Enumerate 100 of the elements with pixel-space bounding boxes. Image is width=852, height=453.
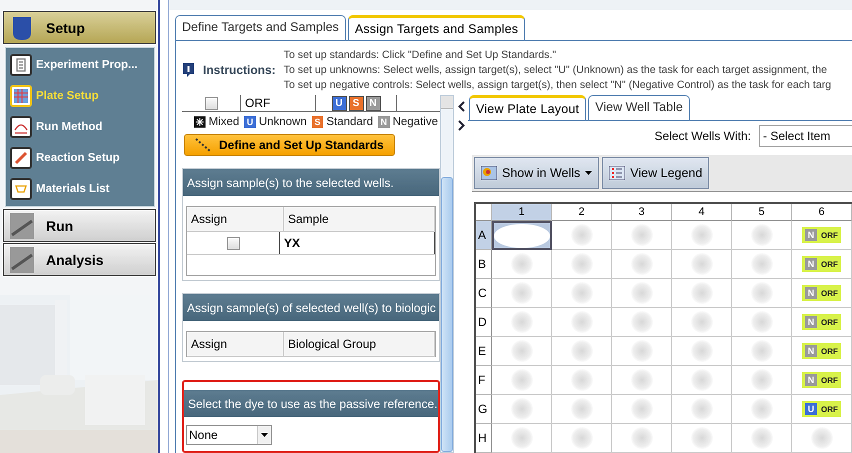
mixed-icon <box>194 116 206 128</box>
well-assignment: N ORF <box>802 372 841 388</box>
row-header[interactable]: F <box>476 366 492 395</box>
toolbar-button[interactable]: Show in Wells <box>474 157 600 189</box>
empty-well-icon <box>630 427 652 449</box>
plate-well[interactable]: N ORF <box>792 279 852 308</box>
select-wells-label: Select Wells With: <box>654 129 751 143</box>
empty-well-icon <box>510 340 532 362</box>
collapse-left-icon[interactable] <box>458 101 464 112</box>
tab[interactable]: View Well Table <box>588 95 690 120</box>
task-badge: U <box>244 116 256 128</box>
legend-label: Mixed <box>208 116 240 128</box>
sidebar-section[interactable]: Setup <box>3 11 156 44</box>
empty-well-icon <box>630 311 652 333</box>
instrument-icon <box>10 246 34 272</box>
empty-well-icon <box>690 224 712 246</box>
task-badge: N <box>378 116 390 128</box>
target-name: ORF <box>245 96 270 110</box>
instrument-icon <box>10 212 34 238</box>
checkbox[interactable] <box>204 96 218 110</box>
instruction-text: To set up unknowns: Select wells, assign target(s), select "U" (Unknown) as the task for each target assignment, the <box>284 64 828 76</box>
empty-well-icon <box>510 253 532 275</box>
empty-well-icon <box>570 369 592 391</box>
empty-well-icon <box>570 398 592 420</box>
empty-well-icon <box>690 253 712 275</box>
sidebar-item[interactable]: Materials List <box>10 178 150 200</box>
column-header: Assign <box>187 207 284 231</box>
row-header[interactable]: E <box>476 337 492 366</box>
empty-well-icon <box>510 427 532 449</box>
empty-well-icon <box>690 398 712 420</box>
column-header[interactable]: 4 <box>672 204 732 221</box>
scrollbar[interactable] <box>440 95 454 453</box>
row-header[interactable]: H <box>476 424 492 453</box>
empty-well-icon <box>510 282 532 304</box>
empty-well-icon <box>494 224 550 248</box>
empty-well-icon <box>570 253 592 275</box>
column-header[interactable]: 1 <box>492 204 552 221</box>
tab[interactable]: View Plate Layout <box>469 95 586 120</box>
sidebar-section[interactable]: Run <box>3 209 156 242</box>
empty-well-icon <box>690 427 712 449</box>
dilution-icon <box>195 138 211 152</box>
empty-well-icon <box>630 369 652 391</box>
plate-well[interactable]: N ORF <box>792 366 852 395</box>
empty-well-icon <box>510 398 532 420</box>
row-header[interactable]: A <box>476 221 492 250</box>
column-header[interactable]: 6 <box>792 204 852 221</box>
instructions-label: Instructions: <box>203 63 276 77</box>
well-assignment: N ORF <box>802 256 841 272</box>
column-header[interactable]: 5 <box>732 204 792 221</box>
checkbox[interactable] <box>226 236 240 250</box>
palette-icon <box>481 166 497 180</box>
plate-well[interactable]: N ORF <box>792 337 852 366</box>
plate-well[interactable] <box>492 221 552 250</box>
tab[interactable]: Define Targets and Samples <box>175 15 346 40</box>
empty-well-icon <box>690 282 712 304</box>
dye-select[interactable]: None <box>186 425 272 445</box>
section-header: Select the dye to use as the passive reference. <box>184 390 438 417</box>
row-header[interactable]: C <box>476 279 492 308</box>
row-header[interactable]: G <box>476 395 492 424</box>
expand-right-icon[interactable] <box>458 120 464 131</box>
define-standards-button[interactable]: Define and Set Up Standards <box>184 134 395 156</box>
task-button[interactable]: U <box>332 96 346 111</box>
sidebar-item[interactable]: Run Method <box>10 116 150 138</box>
legend-label: Unknown <box>258 116 307 128</box>
row-header[interactable]: B <box>476 250 492 279</box>
instruction-text: To set up standards: Click "Define and Set Up Standards." <box>284 49 558 61</box>
well-assignment: N ORF <box>802 285 841 301</box>
empty-well-icon <box>630 253 652 275</box>
plate-well[interactable]: N ORF <box>792 221 852 250</box>
empty-well-icon <box>690 340 712 362</box>
empty-well-icon <box>750 427 772 449</box>
tab[interactable]: Assign Targets and Samples <box>348 15 526 40</box>
column-header[interactable]: 3 <box>612 204 672 221</box>
empty-well-icon <box>750 224 772 246</box>
legend-icon <box>609 166 626 180</box>
plate-well[interactable]: N ORF <box>792 250 852 279</box>
sidebar-section[interactable]: Analysis <box>3 243 156 276</box>
empty-well-icon <box>630 398 652 420</box>
row-header[interactable]: D <box>476 308 492 337</box>
item-icon <box>10 54 32 76</box>
item-select[interactable]: - Select Item <box>759 125 852 147</box>
empty-well-icon <box>630 282 652 304</box>
empty-well-icon <box>570 340 592 362</box>
table-cell: YX <box>280 232 435 254</box>
empty-well-icon <box>750 398 772 420</box>
task-badge: S <box>312 116 324 128</box>
empty-well-icon <box>750 340 772 362</box>
empty-well-icon <box>570 427 592 449</box>
sidebar-item[interactable]: Reaction Setup <box>10 147 150 169</box>
plate-well[interactable]: U ORF <box>792 395 852 424</box>
column-header: Sample <box>284 207 435 231</box>
empty-well-icon <box>690 369 712 391</box>
column-header[interactable]: 2 <box>552 204 612 221</box>
well-assignment: N ORF <box>802 227 841 243</box>
plate-well[interactable]: N ORF <box>792 308 852 337</box>
column-header: Biological Group <box>284 332 435 356</box>
well-assignment: N ORF <box>802 343 841 359</box>
sidebar-item[interactable]: Experiment Prop... <box>10 54 150 76</box>
toolbar-button[interactable]: View Legend <box>602 157 710 189</box>
item-icon <box>10 147 32 169</box>
